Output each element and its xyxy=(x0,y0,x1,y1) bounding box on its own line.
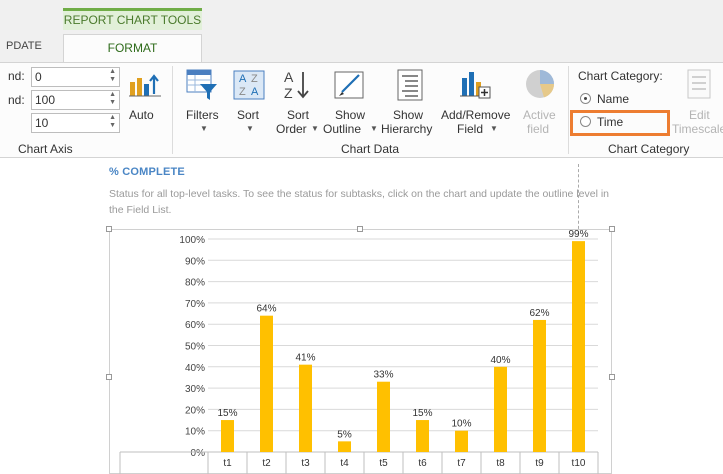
x-category-label: t1 xyxy=(223,458,232,469)
x-category-label: t6 xyxy=(418,458,427,469)
chart-bar xyxy=(494,366,507,452)
y-tick-label: 10% xyxy=(185,427,205,438)
x-category-label: t9 xyxy=(535,458,544,469)
chart-bar xyxy=(299,364,312,452)
bar-data-label: 10% xyxy=(451,419,471,430)
chart-bar xyxy=(572,241,585,452)
y-tick-label: 30% xyxy=(185,384,205,395)
chart-bar xyxy=(455,430,468,452)
x-category-label: t2 xyxy=(262,458,271,469)
x-category-label: t8 xyxy=(496,458,505,469)
bar-data-label: 40% xyxy=(490,355,510,366)
bar-data-label: 33% xyxy=(373,370,393,381)
bar-data-label: 62% xyxy=(529,308,549,319)
y-tick-label: 20% xyxy=(185,405,205,416)
y-tick-label: 40% xyxy=(185,363,205,374)
chart-bar xyxy=(221,420,234,452)
chart-bar xyxy=(533,319,546,452)
bar-data-label: 15% xyxy=(412,408,432,419)
bar-data-label: 99% xyxy=(568,229,588,240)
x-category-label: t7 xyxy=(457,458,466,469)
x-category-label: t4 xyxy=(340,458,349,469)
chart-bar xyxy=(260,315,273,452)
chart-bar xyxy=(416,420,429,452)
bar-data-label: 64% xyxy=(256,304,276,315)
x-category-label: t10 xyxy=(572,458,586,469)
x-category-label: t3 xyxy=(301,458,310,469)
y-tick-label: 70% xyxy=(185,299,205,310)
y-tick-label: 50% xyxy=(185,342,205,353)
percent-complete-chart[interactable]: 0% 10% 20% 30% 40% 50% 60% 70% 80% 90% 100% 15% t1 64… xyxy=(0,0,723,474)
y-tick-label: 100% xyxy=(179,235,205,246)
y-tick-label: 80% xyxy=(185,278,205,289)
chart-bar xyxy=(377,381,390,452)
y-tick-label: 0% xyxy=(191,448,206,459)
bar-data-label: 5% xyxy=(337,429,352,440)
bar-data-label: 41% xyxy=(295,353,315,364)
x-category-label: t5 xyxy=(379,458,388,469)
chart-bar xyxy=(338,441,351,452)
y-tick-label: 90% xyxy=(185,256,205,267)
y-tick-label: 60% xyxy=(185,320,205,331)
bar-data-label: 15% xyxy=(217,408,237,419)
